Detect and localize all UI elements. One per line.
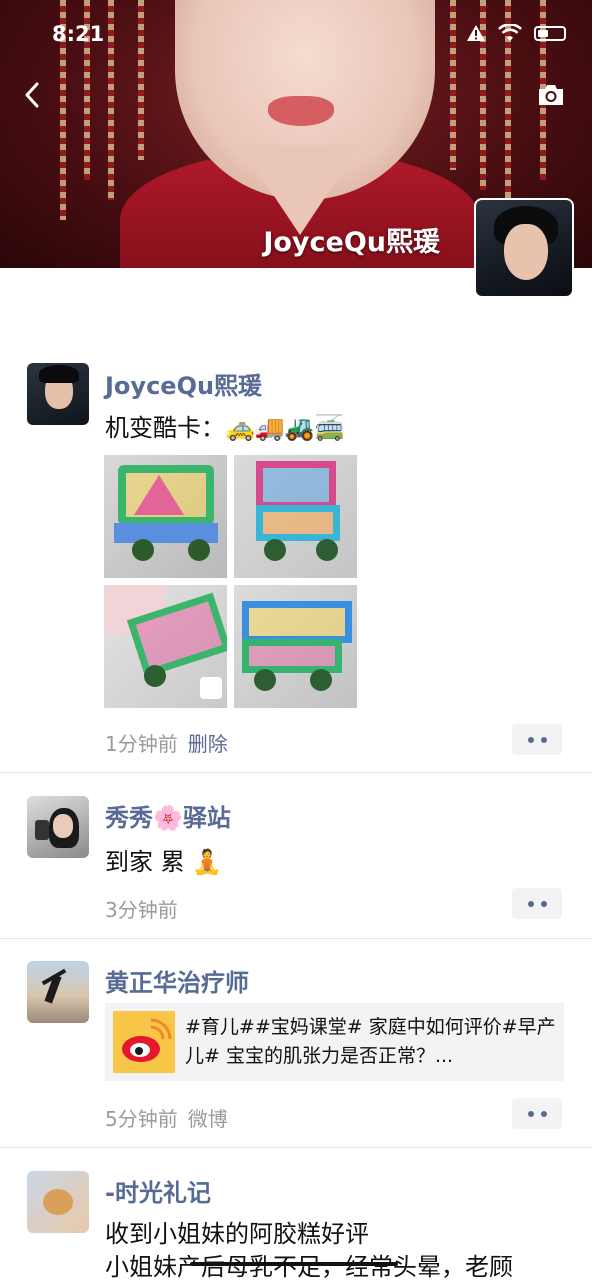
post-time: 3分钟前 xyxy=(105,898,178,922)
status-bar: 8:21 xyxy=(0,0,592,70)
avatar[interactable] xyxy=(27,363,89,425)
post-author[interactable]: JoyceQu熙瑗 xyxy=(105,366,262,401)
avatar[interactable] xyxy=(27,961,89,1023)
post-source[interactable]: 微博 xyxy=(188,1107,228,1131)
post-time: 1分钟前 xyxy=(105,732,178,756)
divider xyxy=(0,1147,592,1148)
status-time: 8:21 xyxy=(52,22,105,46)
shared-link-card[interactable]: #育儿##宝妈课堂# 家庭中如何评价#早产儿# 宝宝的肌张力是否正常？... xyxy=(105,1003,564,1081)
shared-link-title: #育儿##宝妈课堂# 家庭中如何评价#早产儿# 宝宝的肌张力是否正常？... xyxy=(185,1016,556,1067)
post-author[interactable]: 黄正华治疗师 xyxy=(105,963,249,998)
profile-avatar[interactable] xyxy=(474,198,574,298)
post-image[interactable] xyxy=(234,455,357,578)
avatar[interactable] xyxy=(27,1171,89,1233)
weibo-logo-icon xyxy=(113,1011,175,1073)
post-image[interactable] xyxy=(104,585,227,708)
delete-link[interactable]: 删除 xyxy=(188,732,228,756)
post-image[interactable] xyxy=(234,585,357,708)
post-text: 机变酷卡：🚕🚚🚜🚎 xyxy=(105,414,345,442)
post-text: 到家 累 🧘 xyxy=(105,848,223,876)
avatar[interactable] xyxy=(27,796,89,858)
camera-icon[interactable] xyxy=(536,82,566,108)
back-icon[interactable] xyxy=(20,80,46,110)
post-image[interactable] xyxy=(104,455,227,578)
more-actions-button[interactable] xyxy=(512,1098,562,1129)
wifi-icon xyxy=(498,24,522,41)
profile-name: JoyceQu熙瑗 xyxy=(263,227,440,258)
battery-icon xyxy=(534,25,566,41)
alert-icon xyxy=(467,25,485,41)
divider xyxy=(0,938,592,939)
post-text-line: 收到小姐妹的阿胶糕好评 xyxy=(105,1220,369,1248)
more-actions-button[interactable] xyxy=(512,724,562,755)
divider xyxy=(0,772,592,773)
post-author[interactable]: 秀秀🌸驿站 xyxy=(105,798,231,833)
post-author[interactable]: -时光礼记 xyxy=(105,1173,211,1208)
more-actions-button[interactable] xyxy=(512,888,562,919)
scribble-mark xyxy=(190,1262,398,1266)
post-time: 5分钟前 xyxy=(105,1107,178,1131)
